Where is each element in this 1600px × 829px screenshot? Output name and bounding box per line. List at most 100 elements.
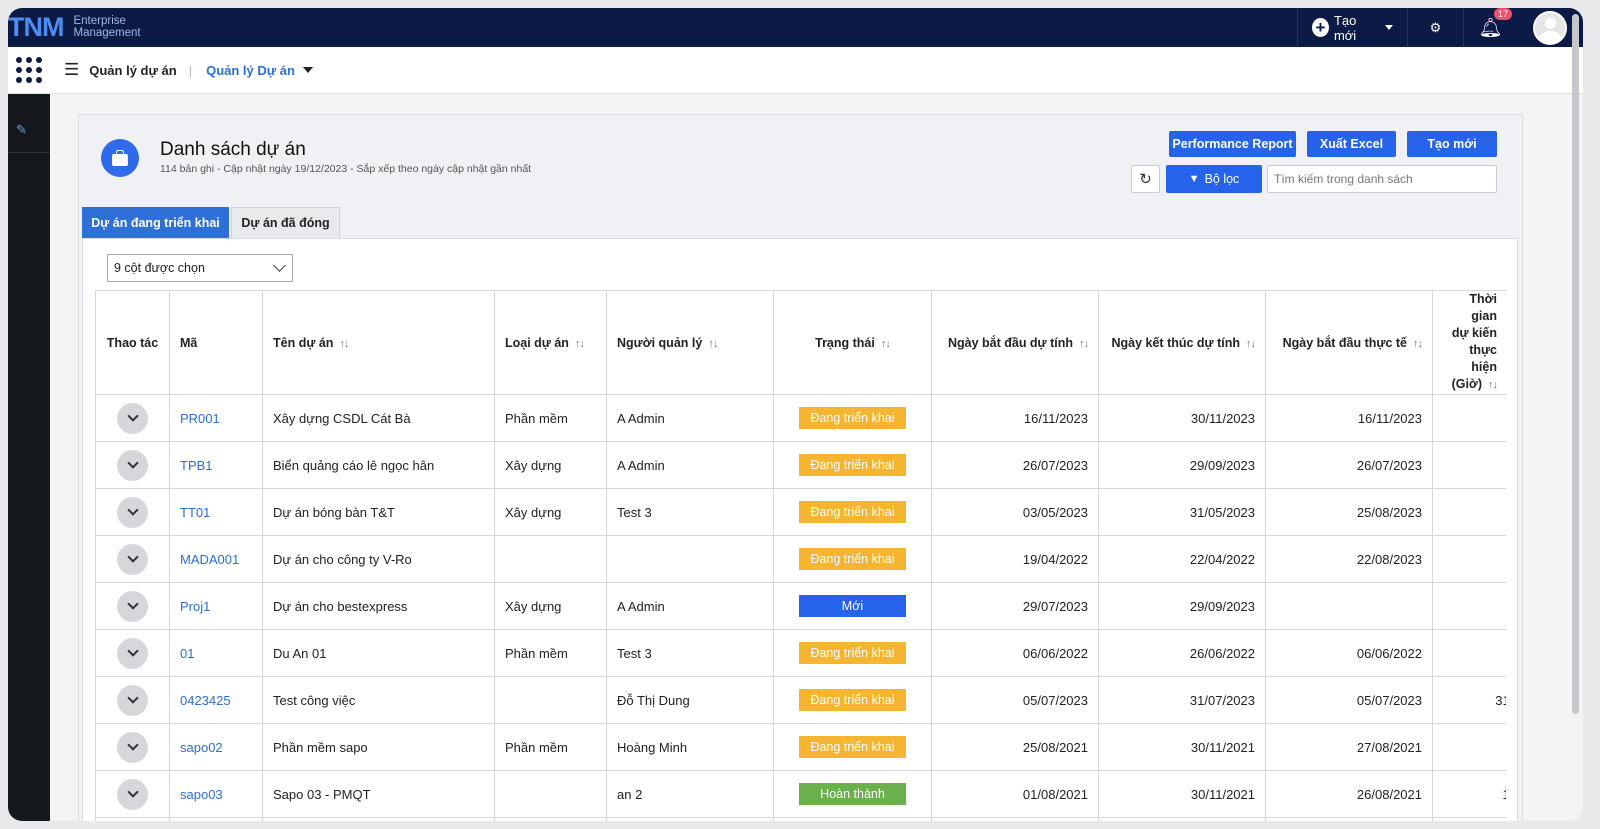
project-code-link[interactable]: sapo02: [169, 723, 263, 771]
header-action-label: Thao tác: [106, 335, 159, 350]
table-row[interactable]: [95, 817, 1506, 821]
notifications-button[interactable]: 🔔︎ 17: [1463, 8, 1517, 47]
table-row[interactable]: MADA001 Dự án cho công ty V-Ro Đang triển …: [95, 535, 1506, 583]
edit-icon[interactable]: ✎: [16, 122, 27, 138]
sort-icon[interactable]: ↑↓: [1488, 379, 1498, 391]
action-cell: [95, 488, 170, 536]
project-code-link[interactable]: 0423425: [169, 676, 263, 724]
project-code-link[interactable]: 01: [169, 629, 263, 677]
header-est-hours[interactable]: Thời gian dự kiến thực hiện (Giờ) ↑↓: [1432, 290, 1506, 395]
status-cell: Hoàn thành: [773, 770, 932, 818]
action-cell: [95, 676, 170, 724]
estimated-hours: 12: [1432, 394, 1506, 442]
chevron-down-icon[interactable]: [117, 543, 148, 575]
refresh-icon[interactable]: ↻: [1131, 165, 1160, 193]
header-manager-label: Người quản lý: [617, 335, 703, 350]
project-code-link[interactable]: TT01: [169, 488, 263, 536]
create-new-label: Tạo mới: [1333, 12, 1357, 43]
filter-label: Bộ lọc: [1204, 172, 1240, 186]
header-actual-start-label: Ngày bắt đầu thực tế: [1282, 335, 1407, 350]
chevron-down-icon[interactable]: [117, 731, 148, 763]
hamburger-icon[interactable]: ☰: [64, 60, 79, 80]
header-plan-end[interactable]: Ngày kết thúc dự tính ↑↓: [1098, 290, 1266, 395]
sort-icon[interactable]: ↑↓: [1246, 338, 1256, 350]
filter-button[interactable]: ▼ Bộ lọc: [1166, 165, 1262, 193]
chevron-down-icon[interactable]: [117, 449, 148, 481]
estimated-hours: 8: [1432, 582, 1506, 630]
header-plan-end-label: Ngày kết thúc dự tính: [1111, 335, 1240, 350]
header-actual-start[interactable]: Ngày bắt đầu thực tế ↑↓: [1265, 290, 1433, 395]
sort-icon[interactable]: ↑↓: [575, 338, 585, 350]
table-row[interactable]: PR001 Xây dựng CSDL Cát Bà Phần mềm A Admin…: [95, 394, 1506, 442]
project-type: Phần mềm: [494, 723, 607, 771]
table-row[interactable]: TT01 Dự án bóng bàn T&T Xây dựng Test 3 Đang…: [95, 488, 1506, 536]
sort-icon[interactable]: ↑↓: [1413, 338, 1423, 350]
table-row[interactable]: 01 Du An 01 Phần mềm Test 3 Đang triển khai 0…: [95, 629, 1506, 677]
create-new-menu[interactable]: + Tạo mới: [1297, 8, 1407, 47]
chevron-down-icon[interactable]: [117, 496, 148, 528]
nav-current-link[interactable]: Quản lý Dự án: [206, 63, 295, 78]
caret-down-icon[interactable]: [302, 67, 313, 73]
chevron-down-icon[interactable]: [117, 778, 148, 810]
search-input[interactable]: [1267, 165, 1497, 193]
header-plan-start[interactable]: Ngày bắt đầu dự tính ↑↓: [931, 290, 1099, 395]
table-row[interactable]: sapo02 Phần mềm sapo Phần mềm Hoàng Minh Đan…: [95, 723, 1506, 771]
estimated-hours: 315.02: [1432, 676, 1506, 724]
table-row[interactable]: Proj1 Dự án cho bestexpress Xây dựng A Admi…: [95, 582, 1506, 630]
chevron-down-icon[interactable]: [117, 590, 148, 622]
table-header-row: Thao tác Mã Tên dự án ↑↓ Loại dự án ↑↓ Ngư…: [95, 290, 1506, 395]
table-row[interactable]: 0423425 Test công việc Đỗ Thị Dung Đang tri…: [95, 676, 1506, 724]
avatar: [1533, 10, 1567, 45]
header-name[interactable]: Tên dự án ↑↓: [262, 290, 495, 395]
plan-start-date: 05/07/2023: [931, 676, 1099, 724]
gear-icon[interactable]: ⚙: [1407, 8, 1463, 47]
plan-start-date: 03/05/2023: [931, 488, 1099, 536]
project-code-link[interactable]: TPB1: [169, 441, 263, 489]
header-manager[interactable]: Người quản lý ↑↓: [606, 290, 774, 395]
table-row[interactable]: sapo03 Sapo 03 - PMQT an 2 Hoàn thành 01/08/…: [95, 770, 1506, 818]
sort-icon[interactable]: ↑↓: [339, 338, 349, 350]
tab-active-projects[interactable]: Dự án đang triển khai: [82, 207, 229, 238]
chevron-down-icon[interactable]: [117, 402, 148, 434]
sort-icon[interactable]: ↑↓: [1079, 338, 1089, 350]
plan-end-date: 30/11/2021: [1098, 770, 1266, 818]
header-type[interactable]: Loại dự án ↑↓: [494, 290, 607, 395]
plan-end-date: 29/09/2023: [1098, 441, 1266, 489]
table-row[interactable]: TPB1 Biển quảng cáo lê ngọc hân Xây dựng A …: [95, 441, 1506, 489]
chevron-down-icon[interactable]: [117, 684, 148, 716]
project-code-link[interactable]: MADA001: [169, 535, 263, 583]
header-status[interactable]: Trạng thái ↑↓: [773, 290, 932, 395]
project-code-link[interactable]: sapo03: [169, 770, 263, 818]
page-scrollbar[interactable]: [1572, 14, 1579, 714]
plan-start-date: 16/11/2023: [931, 394, 1099, 442]
header-code[interactable]: Mã: [169, 290, 263, 395]
column-select-value: 9 cột được chọn: [114, 261, 205, 275]
page-subtitle: 114 bản ghi - Cập nhật ngày 19/12/2023 -…: [160, 163, 532, 175]
project-code-link[interactable]: PR001: [169, 394, 263, 442]
sort-icon[interactable]: ↑↓: [881, 338, 891, 350]
apps-grid-icon[interactable]: [8, 47, 50, 94]
tab-closed-projects[interactable]: Dự án đã đóng: [231, 207, 340, 238]
project-name: Test công việc: [262, 676, 495, 724]
sort-icon[interactable]: ↑↓: [708, 338, 718, 350]
column-select[interactable]: 9 cột được chọn: [107, 254, 293, 282]
module-title: Quản lý dự án: [89, 62, 177, 78]
notification-badge: 17: [1494, 8, 1513, 20]
performance-report-button[interactable]: Performance Report: [1169, 131, 1296, 157]
chevron-down-icon: [273, 259, 286, 272]
create-new-button[interactable]: Tạo mới: [1407, 131, 1497, 157]
header-action: Thao tác: [95, 290, 170, 395]
project-manager: Đỗ Thị Dung: [606, 676, 774, 724]
brand-logo[interactable]: TNM: [8, 8, 64, 47]
plus-circle-icon: +: [1312, 18, 1329, 37]
brand-subtitle: Enterprise Management: [73, 15, 140, 39]
header-plan-start-label: Ngày bắt đầu dự tính: [947, 335, 1073, 350]
action-cell: [95, 582, 170, 630]
project-code-link[interactable]: Proj1: [169, 582, 263, 630]
plan-start-date: 01/08/2021: [931, 770, 1099, 818]
action-cell: [95, 770, 170, 818]
project-manager: Test 3: [606, 629, 774, 677]
export-excel-button[interactable]: Xuất Excel: [1307, 131, 1396, 157]
chevron-down-icon[interactable]: [117, 637, 148, 669]
action-cell: [95, 441, 170, 489]
